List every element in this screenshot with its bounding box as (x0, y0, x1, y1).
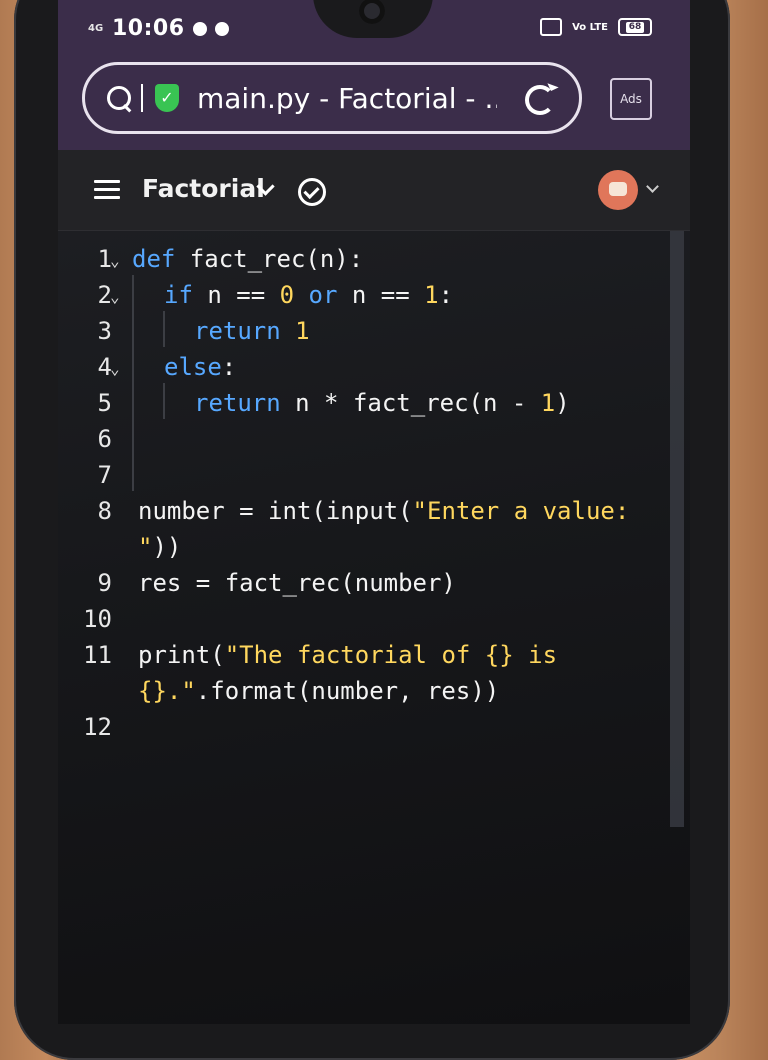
code-text[interactable]: res = fact_rec(number) (138, 565, 456, 601)
code-token: return (194, 317, 296, 345)
battery-icon: 68 (618, 18, 652, 36)
clock: 10:06 (112, 16, 185, 41)
code-text[interactable]: else: (164, 349, 236, 385)
vibrate-icon (540, 18, 563, 36)
line-number: 3 (97, 317, 112, 345)
line-number: 11 (83, 641, 112, 669)
code-token: return (194, 389, 296, 417)
code-token: n * fact_rec(n - (295, 389, 541, 417)
code-token: : (221, 353, 237, 381)
code-token: .format(number, res)) (195, 677, 500, 705)
avatar[interactable] (598, 170, 638, 210)
indent-guide (163, 383, 165, 419)
line-number: 8 (97, 497, 112, 525)
camera-notch (313, 0, 433, 38)
code-text[interactable]: return 1 (194, 313, 310, 349)
code-token: " (138, 533, 153, 561)
camera-icon (359, 0, 385, 24)
code-token: {}." (138, 677, 196, 705)
line-number: 7 (97, 461, 112, 489)
menu-icon[interactable] (94, 180, 120, 200)
code-token: if (164, 281, 208, 309)
project-title[interactable]: Factorial (142, 174, 265, 203)
code-token: print( (138, 641, 225, 669)
code-text[interactable]: def fact_rec(n): (132, 241, 363, 277)
line-number: 4 (97, 353, 112, 381)
code-editor[interactable]: 1 ⌄ def fact_rec(n): 2 ⌄ if n == 0 or n == 1:… (58, 231, 690, 1024)
indent-guide (163, 311, 165, 347)
code-text[interactable]: number = int(input("Enter a value: (138, 493, 629, 529)
code-token: else (164, 353, 222, 381)
line-number: 6 (97, 425, 112, 453)
code-token: def (132, 245, 190, 273)
code-token: res = fact_rec(number) (138, 569, 456, 597)
code-token: )) (152, 533, 182, 561)
code-token: 0 (279, 281, 295, 309)
code-text[interactable]: if n == 0 or n == 1: (164, 277, 453, 313)
browser-toolbar: ✓ main.py - Factorial - ... Ads (58, 60, 690, 150)
chat-icon (214, 21, 229, 36)
fold-chevron-icon[interactable]: ⌄ (110, 279, 120, 315)
volte-indicator: Vo LTE (572, 21, 608, 33)
indent-guide (132, 275, 134, 491)
code-text[interactable]: print("The factorial of {} is (138, 637, 557, 673)
line-number: 9 (97, 569, 112, 597)
code-text[interactable]: return n * fact_rec(n - 1) (194, 385, 570, 421)
network-indicator: 4G (88, 23, 104, 34)
line-number: 1 (97, 245, 112, 273)
code-token: 1 (295, 317, 310, 345)
code-token: fact_rec(n): (189, 245, 364, 273)
divider (141, 84, 143, 112)
notification-icon (192, 21, 207, 36)
line-number: 12 (83, 713, 112, 741)
code-token: or (294, 281, 352, 309)
search-icon[interactable] (105, 84, 133, 112)
fold-chevron-icon[interactable]: ⌄ (110, 351, 120, 387)
battery-level: 68 (625, 21, 645, 33)
code-token: n == (351, 281, 425, 309)
check-circle-icon[interactable] (298, 178, 326, 206)
code-token: n == (207, 281, 280, 309)
reload-icon[interactable] (525, 85, 555, 115)
code-token: ) (555, 389, 570, 417)
shield-check-icon[interactable]: ✓ (155, 84, 179, 112)
avatar-chevron-icon[interactable] (646, 180, 659, 193)
code-text[interactable]: {}.".format(number, res)) (138, 673, 499, 709)
code-token: "The factorial of {} is (224, 641, 558, 669)
fold-chevron-icon[interactable]: ⌄ (110, 243, 120, 279)
app-header: Factorial (58, 150, 690, 231)
code-token: number = int(input( (138, 497, 413, 525)
status-bar: 4G 10:06 Vo LTE 68 (58, 0, 690, 60)
code-token: 1 (540, 389, 556, 417)
line-number: 10 (83, 605, 112, 633)
screen: 4G 10:06 Vo LTE 68 ✓ main.py - Factorial… (58, 0, 690, 1024)
address-bar[interactable]: ✓ main.py - Factorial - ... (82, 62, 582, 134)
scrollbar[interactable] (670, 231, 684, 827)
code-token: : (438, 281, 454, 309)
url-text[interactable]: main.py - Factorial - ... (197, 82, 497, 115)
code-token: 1 (424, 281, 439, 309)
line-number: 2 (97, 281, 112, 309)
ads-button[interactable]: Ads (610, 78, 652, 120)
line-number: 5 (97, 389, 112, 417)
code-token: "Enter a value: (412, 497, 630, 525)
code-text[interactable]: ")) (138, 529, 181, 565)
